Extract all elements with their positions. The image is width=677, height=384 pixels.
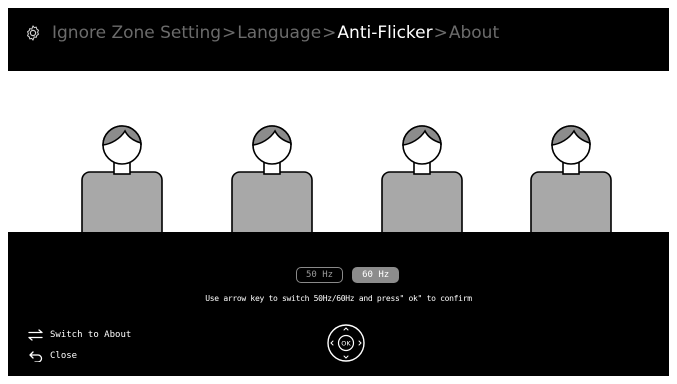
person-icon	[381, 125, 463, 232]
instruction-text: Use arrow key to switch 50Hz/60Hz and pr…	[205, 294, 472, 303]
control-panel: 50 Hz 60 Hz Use arrow key to switch 50Hz…	[8, 232, 669, 376]
person-icon	[530, 125, 612, 232]
close-action[interactable]: Close	[28, 345, 131, 366]
breadcrumb: Ignore Zone Setting > Language > Anti-Fl…	[24, 20, 499, 46]
breadcrumb-ignore-zone-setting[interactable]: Ignore Zone Setting	[52, 23, 221, 43]
frequency-toggle: 50 Hz 60 Hz	[296, 267, 400, 283]
dpad-ok-label: OK	[341, 340, 351, 348]
switch-to-about-action[interactable]: Switch to About	[28, 324, 131, 345]
person-illustrations	[8, 71, 669, 232]
person-icon	[81, 125, 163, 232]
action-list: Switch to About Close	[28, 324, 131, 366]
switch-to-about-label: Switch to About	[50, 329, 132, 340]
swap-arrows-icon	[28, 328, 43, 341]
dpad-icon: OK	[327, 324, 365, 362]
anti-flicker-screen: Ignore Zone Setting > Language > Anti-Fl…	[8, 8, 669, 376]
person-icon	[231, 125, 313, 232]
option-50hz[interactable]: 50 Hz	[296, 267, 344, 283]
breadcrumb-separator: >	[322, 23, 337, 43]
breadcrumb-about[interactable]: About	[449, 23, 499, 43]
breadcrumb-separator: >	[433, 23, 448, 43]
gear-icon	[27, 25, 39, 41]
breadcrumb-separator: >	[222, 23, 237, 43]
close-label: Close	[50, 350, 78, 361]
back-arrow-icon	[29, 350, 43, 362]
header-bar: Ignore Zone Setting > Language > Anti-Fl…	[8, 8, 669, 71]
breadcrumb-language[interactable]: Language	[237, 23, 321, 43]
breadcrumb-anti-flicker[interactable]: Anti-Flicker	[337, 23, 432, 43]
option-60hz[interactable]: 60 Hz	[352, 267, 400, 283]
